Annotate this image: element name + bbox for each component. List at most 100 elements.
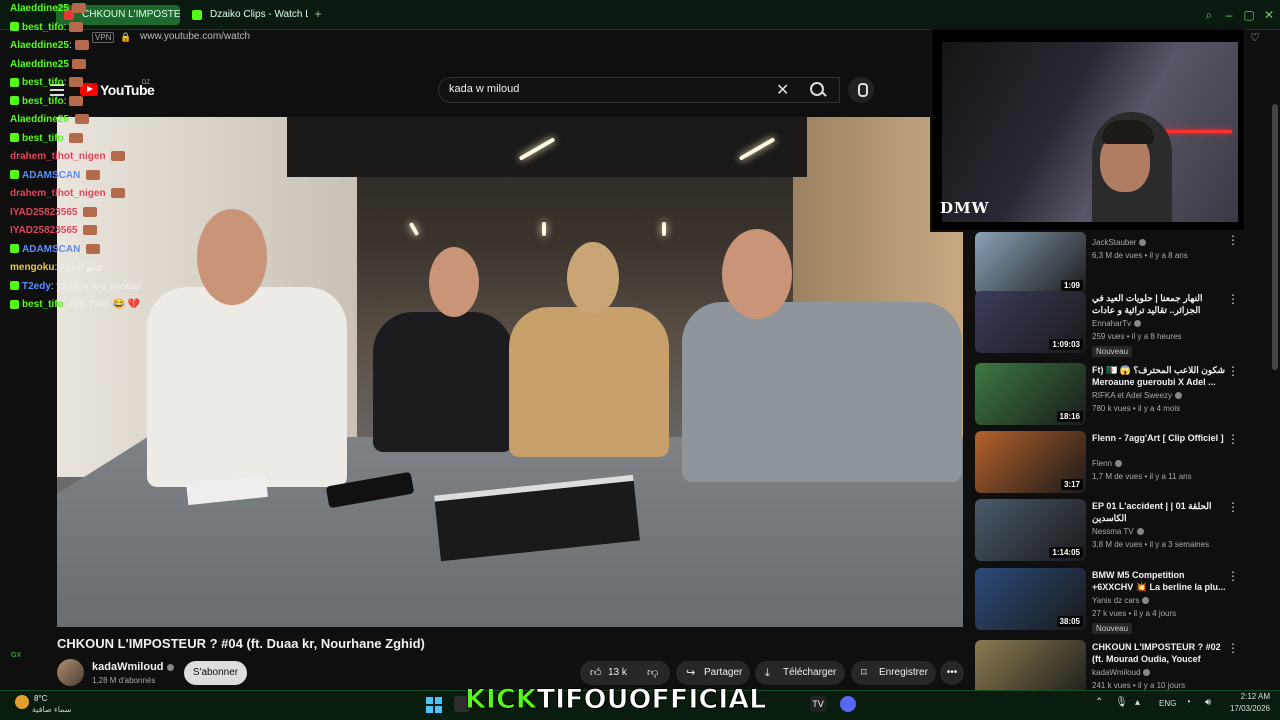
new-badge: Nouveau [1092,623,1133,634]
tray-network-icon[interactable]: ▴ [1135,697,1140,708]
video-thumbnail[interactable]: 1:14:05 [975,499,1086,561]
share-label: Partager [704,667,743,678]
new-tab-button[interactable]: + [312,8,324,20]
video-thumbnail[interactable]: 1:09 [975,232,1086,294]
volume-icon[interactable]: 🔊︎ [1205,697,1211,708]
chat-username[interactable]: Alaeddine25 [10,40,69,51]
tradingview-icon[interactable]: TV [810,696,826,712]
video-title[interactable]: Flenn - 7agg'Art [ Clip Officiel ] [1092,432,1228,456]
verified-icon [1139,239,1147,247]
tray-microphone-icon[interactable]: 🎙︎ [1115,697,1128,708]
weather-description[interactable]: سماء صافية [32,705,72,714]
video-thumbnail[interactable]: 1:09:03 [975,291,1086,353]
page-scrollbar[interactable] [1270,44,1280,692]
search-button[interactable] [800,77,836,103]
video-duration: 1:09:03 [1049,339,1083,350]
video-thumbnail[interactable]: 18:16 [975,363,1086,425]
recommended-video[interactable]: 3:17 Flenn - 7agg'Art [ Clip Officiel ] Fl… [975,431,1245,495]
language-indicator[interactable]: ENG [1159,699,1176,708]
microphone-icon[interactable] [848,77,874,103]
chat-username[interactable]: Alaeddine25 [10,3,69,14]
video-title[interactable]: BMW M5 Competition +6XXCHV 💥 La berline … [1092,569,1228,593]
chat-username[interactable]: IYAD25823565 [10,225,77,236]
video-channel[interactable]: kadaWmiloud [1092,668,1151,677]
chat-username[interactable]: best_tifo [22,133,64,144]
video-title[interactable]: CHKOUN L'IMPOSTEUR ? #02 (ft. Mourad Oud… [1092,641,1228,665]
chat-username[interactable]: best_tifo [22,22,64,33]
minimize-button[interactable]: – [1222,8,1236,22]
chat-text: : قتلو الخوع [54,262,103,273]
chat-badge-icon [10,96,19,106]
chat-username[interactable]: ADAMSCAN [22,170,80,181]
video-thumbnail[interactable]: 3:17 [975,431,1086,493]
recommended-video[interactable]: 1:09 JackStauber 6,3 M de vues • il y a 8 … [975,232,1245,296]
ceiling-light [408,221,420,237]
chat-username[interactable]: drahem_tihot_nigen [10,188,106,199]
chat-message: best_tifo: [10,19,200,38]
video-channel[interactable]: JackStauber [1092,238,1147,247]
chat-username[interactable]: IYAD25823565 [10,207,77,218]
chat-message: best_tifo: [10,74,200,93]
more-options-icon[interactable]: ⋮ [1227,433,1239,445]
more-options-icon[interactable]: ⋮ [1227,365,1239,377]
video-channel[interactable]: RIFKA et Adel Sweezy [1092,391,1183,400]
verified-icon [1136,528,1144,536]
webcam-hair [1102,120,1154,144]
chat-message: drahem_tihot_nigen: [10,148,200,167]
more-options-icon[interactable]: ⋮ [1227,501,1239,513]
more-options-icon[interactable]: ⋮ [1227,570,1239,582]
chat-username[interactable]: best_tifo [22,96,64,107]
video-person [682,302,962,482]
channel-name[interactable]: kadaWmiloud [92,661,174,673]
weather-temperature[interactable]: 8°C [34,694,47,703]
clear-search-icon[interactable]: ✕ [776,80,789,100]
discord-icon[interactable] [840,696,856,712]
more-actions-button[interactable]: ••• [940,661,964,685]
video-channel[interactable]: EnnaharTv [1092,319,1142,328]
video-title[interactable]: EP 01 L'accident | الحلقة 01 | الكاسدين [1092,500,1228,524]
windows-start-icon[interactable] [426,697,442,713]
dislike-button[interactable]: 👎︎ [637,661,670,685]
chat-username[interactable]: best_tifo [22,299,64,310]
download-button[interactable]: ⤓ Télécharger [755,661,845,685]
thumbs-up-icon: 👍︎ [590,667,602,679]
heart-icon[interactable]: ♡ [1250,31,1260,44]
chat-badge-icon [10,281,19,291]
more-options-icon[interactable]: ⋮ [1227,642,1239,654]
video-channel[interactable]: Yanis dz cars [1092,596,1150,605]
video-channel[interactable]: Flenn [1092,459,1123,468]
weather-icon[interactable] [15,695,29,709]
chat-username[interactable]: T2edy [22,281,51,292]
tab-dzaiko[interactable]: Dzaiko Clips - Watch Live [184,5,308,25]
share-button[interactable]: ↪ Partager [676,661,750,685]
maximize-button[interactable]: ▢ [1242,8,1256,22]
download-icon: ⤓ [765,667,770,679]
video-channel[interactable]: Nessma TV [1092,527,1144,536]
video-title[interactable]: النهار جمعنا | حلويات العيد في الجزائر..… [1092,292,1228,316]
tray-chevron-icon[interactable]: ⌃ [1095,697,1103,708]
channel-avatar[interactable] [57,659,84,686]
save-button[interactable]: ⌑ Enregistrer [851,661,936,685]
video-title[interactable]: Ft) 🇩🇿 😱 شكون اللاعب المحترف؟ Meroaune g… [1092,364,1228,388]
video-thumbnail[interactable]: 38:05 [975,568,1086,630]
more-options-icon[interactable]: ⋮ [1227,293,1239,305]
recommended-video[interactable]: 18:16 Ft) 🇩🇿 😱 شكون اللاعب المحترف؟ Meroa… [975,363,1245,427]
search-icon[interactable]: ⌕ [1202,8,1216,22]
clock-time[interactable]: 2:12 AM [1226,692,1270,701]
chat-username[interactable]: best_tifo [22,77,64,88]
recommended-video[interactable]: 1:14:05 EP 01 L'accident | الحلقة 01 | ال… [975,499,1245,563]
chat-username[interactable]: Alaeddine25 [10,114,69,125]
chat-username[interactable]: Alaeddine25 [10,59,69,70]
chat-username[interactable]: ADAMSCAN [22,244,80,255]
clock-date[interactable]: 17/03/2026 [1226,704,1270,713]
close-button[interactable]: ✕ [1262,8,1276,22]
more-options-icon[interactable]: ⋮ [1227,234,1239,246]
search-value[interactable]: kada w miloud [449,83,519,95]
chat-username[interactable]: mengoku [10,262,54,273]
scrollbar-thumb[interactable] [1272,104,1278,370]
wifi-icon[interactable]: ◔ [1185,697,1191,708]
recommended-video[interactable]: 1:09:03 النهار جمعنا | حلويات العيد في ال… [975,291,1245,357]
recommended-video[interactable]: 38:05 BMW M5 Competition +6XXCHV 💥 La ber… [975,568,1245,634]
chat-username[interactable]: drahem_tihot_nigen [10,151,106,162]
subscribe-button[interactable]: S'abonner [184,661,247,685]
